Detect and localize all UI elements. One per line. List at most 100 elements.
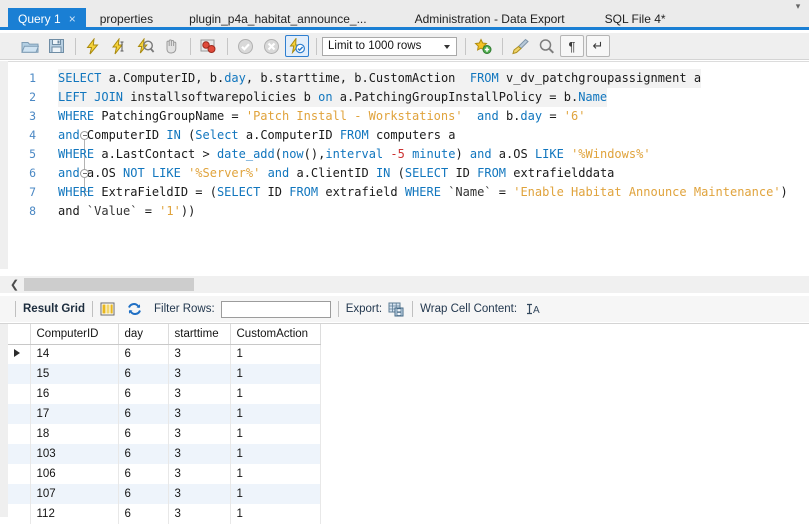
editor-horizontal-scrollbar[interactable]: ❮ [0, 276, 809, 293]
table-cell[interactable]: 6 [118, 444, 169, 464]
add-snippet-icon[interactable] [471, 35, 495, 57]
table-row[interactable]: 107 6 3 1 [8, 484, 321, 504]
rollback-icon[interactable] [259, 35, 283, 57]
table-cell[interactable]: 3 [168, 384, 231, 404]
table-cell[interactable]: 14 [30, 344, 119, 364]
table-cell[interactable]: 1 [230, 484, 321, 504]
tab-administration-data-export[interactable]: Administration - Data Export [389, 8, 591, 30]
table-row[interactable]: 15 6 3 1 [8, 364, 321, 384]
table-cell[interactable]: 106 [30, 464, 119, 484]
row-marker[interactable] [8, 384, 31, 404]
table-cell[interactable]: 3 [168, 344, 231, 364]
table-cell[interactable]: 112 [30, 504, 119, 524]
toggle-invisible-chars-icon[interactable]: ¶ [560, 35, 584, 57]
find-icon[interactable] [534, 35, 558, 57]
sql-code-area[interactable]: SELECT a.ComputerID, b.day, b.starttime,… [58, 62, 809, 269]
table-cell[interactable]: 1 [230, 504, 321, 524]
row-marker[interactable] [8, 504, 31, 524]
table-cell[interactable]: 1 [230, 364, 321, 384]
beautify-query-icon[interactable] [508, 35, 532, 57]
chevron-down-icon[interactable]: ▾ [791, 1, 805, 11]
table-cell[interactable]: 1 [230, 384, 321, 404]
chevron-down-icon[interactable] [444, 44, 450, 49]
table-row[interactable]: 112 6 3 1 [8, 504, 321, 524]
code-line[interactable]: WHERE PatchingGroupName = 'Patch Install… [58, 107, 585, 126]
table-row[interactable]: 14 6 3 1 [8, 344, 321, 364]
code-line[interactable]: LEFT JOIN installsoftwarepolicies b on a… [58, 88, 608, 107]
table-cell[interactable]: 103 [30, 444, 119, 464]
table-cell[interactable]: 6 [118, 384, 169, 404]
autocommit-icon[interactable] [285, 35, 309, 57]
row-marker[interactable] [8, 464, 31, 484]
execute-statement-icon[interactable] [81, 35, 105, 57]
table-cell[interactable]: 1 [230, 444, 321, 464]
table-cell[interactable]: 15 [30, 364, 119, 384]
code-line[interactable]: and a.OS NOT LIKE '%Server%' and a.Clien… [58, 164, 614, 183]
table-cell[interactable]: 3 [168, 444, 231, 464]
table-cell[interactable]: 17 [30, 404, 119, 424]
column-header-customaction[interactable]: CustomAction [230, 324, 321, 345]
row-marker[interactable] [8, 444, 31, 464]
table-cell[interactable]: 18 [30, 424, 119, 444]
table-row[interactable]: 18 6 3 1 [8, 424, 321, 444]
export-recordset-icon[interactable] [388, 302, 405, 317]
table-cell[interactable]: 6 [118, 364, 169, 384]
code-line[interactable]: and `Value` = '1')) [58, 202, 195, 221]
table-cell[interactable]: 6 [118, 344, 169, 364]
stop-script-icon[interactable] [159, 35, 183, 57]
table-row[interactable]: 103 6 3 1 [8, 444, 321, 464]
row-marker[interactable] [8, 484, 31, 504]
explain-statement-icon[interactable] [133, 35, 157, 57]
table-cell[interactable]: 6 [118, 424, 169, 444]
column-header-computerid[interactable]: ComputerID [30, 324, 119, 345]
refresh-icon[interactable] [127, 302, 142, 316]
row-marker[interactable] [8, 404, 31, 424]
column-header-day[interactable]: day [118, 324, 169, 345]
table-row[interactable]: 16 6 3 1 [8, 384, 321, 404]
column-header-starttime[interactable]: starttime [168, 324, 231, 345]
form-editor-icon[interactable] [100, 302, 115, 316]
row-marker[interactable] [8, 344, 31, 364]
result-table[interactable]: ComputerID day starttime CustomAction 14… [8, 324, 321, 524]
table-cell[interactable]: 3 [168, 464, 231, 484]
table-cell[interactable]: 1 [230, 344, 321, 364]
toggle-word-wrap-icon[interactable]: ↵ [586, 35, 610, 57]
table-cell[interactable]: 3 [168, 484, 231, 504]
close-icon[interactable]: × [69, 13, 76, 25]
code-line[interactable]: SELECT a.ComputerID, b.day, b.starttime,… [58, 69, 702, 88]
table-cell[interactable]: 3 [168, 424, 231, 444]
execute-current-statement-icon[interactable] [107, 35, 131, 57]
result-grid[interactable]: ComputerID day starttime CustomAction 14… [0, 323, 809, 524]
table-cell[interactable]: 1 [230, 424, 321, 444]
table-cell[interactable]: 3 [168, 404, 231, 424]
table-cell[interactable]: 16 [30, 384, 119, 404]
tab-properties[interactable]: properties [86, 8, 167, 30]
toggle-stop-on-error-icon[interactable] [196, 35, 220, 57]
table-cell[interactable]: 1 [230, 464, 321, 484]
row-marker[interactable] [8, 424, 31, 444]
table-row[interactable]: 106 6 3 1 [8, 464, 321, 484]
sql-editor[interactable]: 12345678 SELECT a.ComputerID, b.day, b.s… [8, 61, 809, 269]
open-sql-script-icon[interactable] [18, 35, 42, 57]
filter-rows-input[interactable] [220, 300, 331, 318]
table-cell[interactable]: 6 [118, 404, 169, 424]
tab-sql-file-4[interactable]: SQL File 4* [591, 8, 680, 30]
save-sql-script-icon[interactable] [44, 35, 68, 57]
table-cell[interactable]: 107 [30, 484, 119, 504]
table-cell[interactable]: 1 [230, 404, 321, 424]
table-cell[interactable]: 3 [168, 504, 231, 524]
commit-icon[interactable] [233, 35, 257, 57]
tab-plugin-p4a-habitat-announce[interactable]: plugin_p4a_habitat_announce_... [167, 8, 389, 30]
wrap-cell-content-icon[interactable]: A [525, 302, 541, 316]
scroll-left-icon[interactable]: ❮ [8, 279, 21, 291]
code-line[interactable]: WHERE a.LastContact > date_add(now(),int… [58, 145, 651, 164]
table-row[interactable]: 17 6 3 1 [8, 404, 321, 424]
code-line[interactable]: and ComputerID IN (Select a.ComputerID F… [58, 126, 455, 145]
tab-query-1[interactable]: Query 1 × [8, 8, 86, 30]
code-fold-column[interactable] [42, 62, 89, 269]
table-cell[interactable]: 6 [118, 484, 169, 504]
code-line[interactable]: WHERE ExtraFieldID = (SELECT ID FROM ext… [58, 183, 788, 202]
table-cell[interactable]: 6 [118, 504, 169, 524]
row-marker[interactable] [8, 364, 31, 384]
scrollbar-thumb[interactable] [24, 278, 194, 291]
